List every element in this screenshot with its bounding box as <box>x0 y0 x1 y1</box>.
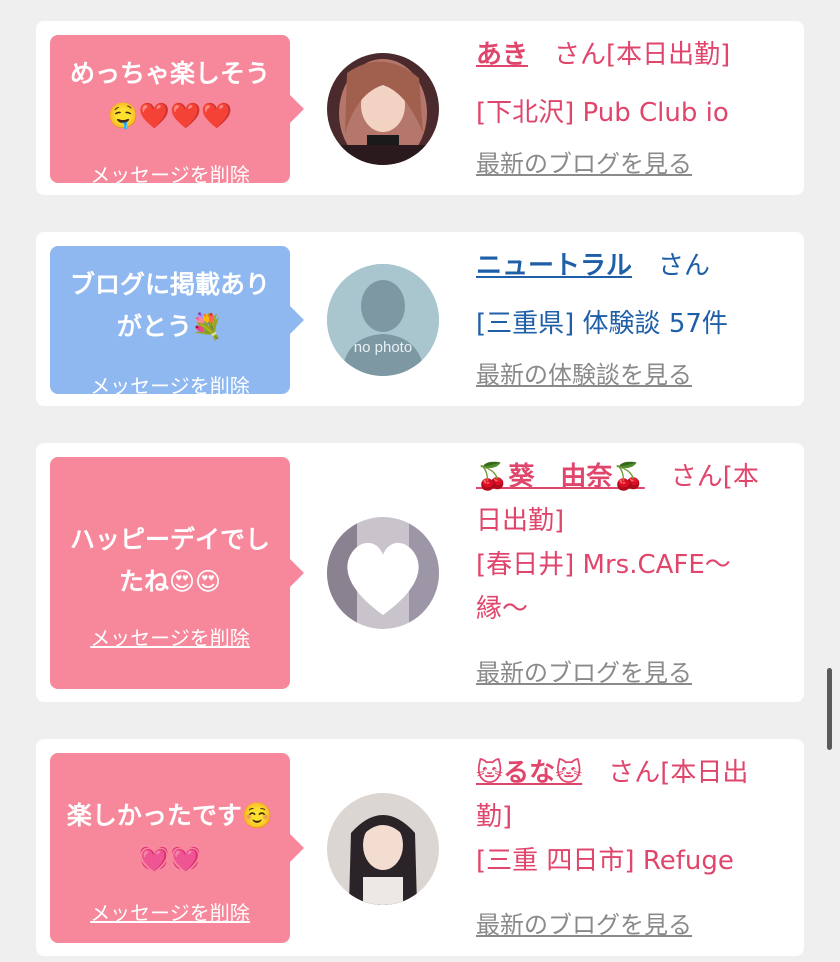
latest-blog-link[interactable]: 最新のブログを見る <box>476 905 692 940</box>
heart-blur-image <box>327 517 439 629</box>
profile-status: さん[本日出勤] <box>528 40 731 70</box>
no-photo-image: no photo <box>327 264 439 376</box>
message-bubble: ハッピーデイでし たね😍😍 メッセージを削除 <box>50 457 304 689</box>
profile-status: さん[本日出 <box>582 758 749 788</box>
message-card: ハッピーデイでし たね😍😍 メッセージを削除 🍒葵 由奈🍒 さん[本 日出勤] … <box>36 443 804 702</box>
message-bubble: めっちゃ楽しそう 🤤❤️❤️❤️ メッセージを削除 <box>50 35 304 187</box>
shop-info: [三重 四日市] Refuge <box>476 846 734 876</box>
profile-info: ニュートラル さん [三重県] 体験談 57件 <box>476 244 796 346</box>
girl-portrait-image <box>327 53 439 165</box>
message-bubble: 楽しかったです☺️ 💓💓 メッセージを削除 <box>50 753 304 943</box>
profile-info: 🍒葵 由奈🍒 さん[本 日出勤] [春日井] Mrs.CAFE〜 縁〜 <box>476 455 796 631</box>
avatar[interactable]: no photo <box>327 264 439 376</box>
profile-info: 🐱るな🐱 さん[本日出 勤] [三重 四日市] Refuge <box>476 751 796 883</box>
profile-name-link[interactable]: 🐱るな🐱 <box>476 758 582 788</box>
avatar[interactable] <box>327 793 439 905</box>
profile-status-cont: 日出勤] <box>476 506 565 536</box>
shop-info: [春日井] Mrs.CAFE〜 <box>476 550 731 580</box>
profile-name-link[interactable]: あき <box>476 40 528 70</box>
message-card: めっちゃ楽しそう 🤤❤️❤️❤️ メッセージを削除 あき さん[本日出勤] [下… <box>36 21 804 195</box>
avatar[interactable] <box>327 53 439 165</box>
shop-info: [下北沢] Pub Club io <box>476 98 729 128</box>
latest-review-link[interactable]: 最新の体験談を見る <box>476 355 692 390</box>
profile-info: あき さん[本日出勤] [下北沢] Pub Club io <box>476 33 796 135</box>
profile-name-link[interactable]: 🍒葵 由奈🍒 <box>476 462 645 492</box>
message-text: めっちゃ楽しそう 🤤❤️❤️❤️ <box>69 59 270 130</box>
message-text: 楽しかったです☺️ 💓💓 <box>66 801 274 872</box>
message-card: 楽しかったです☺️ 💓💓 メッセージを削除 🐱るな🐱 さん[本日出 勤] [三重… <box>36 739 804 956</box>
message-text: ブログに掲載あり がとう💐 <box>69 270 270 341</box>
latest-blog-link[interactable]: 最新のブログを見る <box>476 144 692 179</box>
delete-message-link[interactable]: メッセージを削除 <box>50 622 290 651</box>
profile-status: さん[本 <box>644 462 759 492</box>
delete-message-link[interactable]: メッセージを削除 <box>50 370 290 399</box>
message-text: ハッピーデイでし たね😍😍 <box>69 525 270 596</box>
latest-blog-link[interactable]: 最新のブログを見る <box>476 653 692 688</box>
avatar[interactable] <box>327 517 439 629</box>
delete-message-link[interactable]: メッセージを削除 <box>50 897 290 926</box>
profile-status-cont: 勤] <box>476 802 513 832</box>
profile-status: さん <box>632 251 711 281</box>
message-bubble: ブログに掲載あり がとう💐 メッセージを削除 <box>50 246 304 398</box>
delete-message-link[interactable]: メッセージを削除 <box>50 159 290 188</box>
profile-name-link[interactable]: ニュートラル <box>476 251 632 281</box>
girl-portrait-image <box>327 793 439 905</box>
review-info: [三重県] 体験談 57件 <box>476 309 728 339</box>
no-photo-text: no photo <box>354 339 412 356</box>
message-card: ブログに掲載あり がとう💐 メッセージを削除 no photo ニュートラル さ… <box>36 232 804 406</box>
scrollbar[interactable] <box>827 668 832 750</box>
shop-info-cont: 縁〜 <box>476 594 529 624</box>
